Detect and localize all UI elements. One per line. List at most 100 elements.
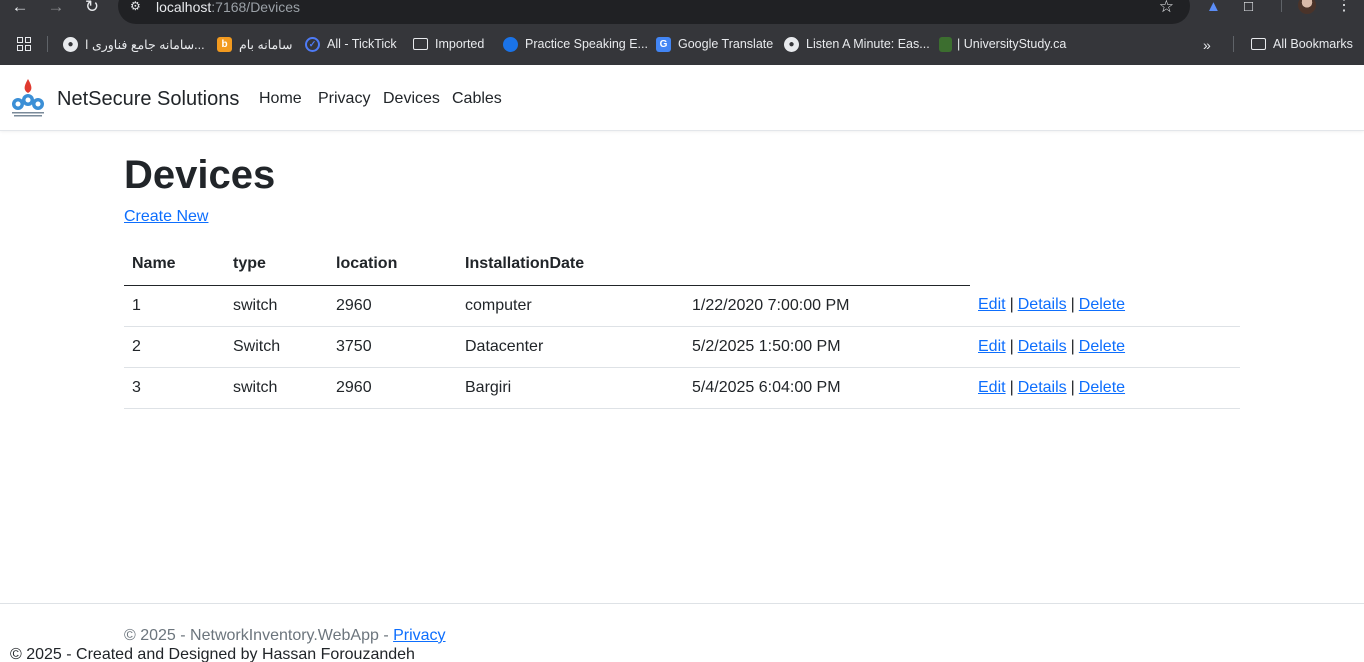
action-separator: | <box>1009 337 1014 355</box>
menu-kebab-icon[interactable]: ⋮ <box>1336 0 1352 14</box>
cell-date: 1/22/2020 7:00:00 PM <box>692 296 850 314</box>
nav-link-devices[interactable]: Devices <box>383 89 440 109</box>
row-actions: Edit | Details | Delete <box>970 325 1240 367</box>
google-translate-icon: G <box>656 36 671 52</box>
bookmark-label: سامانه جامع فناوری ا... <box>85 37 205 52</box>
folder-icon <box>1251 38 1266 50</box>
bookmark-label: Imported <box>435 37 485 51</box>
url-path: :7168/Devices <box>211 0 300 15</box>
omnibox[interactable]: ⚙ localhost:7168/Devices ☆ <box>118 0 1190 24</box>
url-text[interactable]: localhost:7168/Devices <box>156 0 300 15</box>
url-host: localhost <box>156 0 212 15</box>
profile-avatar[interactable] <box>1298 0 1316 14</box>
devices-table: Name type location InstallationDate 1 sw… <box>124 244 1240 409</box>
page-footer: © 2025 - NetworkInventory.WebApp - Priva… <box>0 603 1364 662</box>
delete-link[interactable]: Delete <box>1079 296 1125 313</box>
row-actions: Edit | Details | Delete <box>970 366 1240 409</box>
bookmark-label: Listen A Minute: Eas... <box>806 37 930 51</box>
bookmark-item[interactable]: ✓ All - TickTick <box>305 34 397 54</box>
cell-name: 3 <box>124 366 225 409</box>
table-row: 3 switch 2960 Bargiri 5/4/2025 6:04:00 P… <box>124 366 1240 409</box>
globe-icon: ● <box>784 36 799 52</box>
bookmark-item[interactable]: | UniversityStudy.ca <box>939 34 1066 54</box>
column-header-empty <box>684 244 970 286</box>
footer-credit: © 2025 - Created and Designed by Hassan … <box>10 646 415 662</box>
bookmarks-bar: ● سامانه جامع فناوری ا... b سامانه بام ✓… <box>0 30 1364 58</box>
nav-link-privacy[interactable]: Privacy <box>318 89 370 109</box>
graduation-icon <box>939 36 952 52</box>
bookmark-label: | UniversityStudy.ca <box>957 37 1067 51</box>
reload-icon[interactable]: ↻ <box>82 0 102 16</box>
footer-copyright-text: © 2025 - NetworkInventory.WebApp - <box>124 627 394 644</box>
table-row: 1 switch 2960 computer 1/22/2020 7:00:00… <box>124 285 1240 326</box>
action-separator: | <box>1009 378 1014 396</box>
cell-installation: Datacenter <box>457 325 684 367</box>
details-link[interactable]: Details <box>1018 296 1067 313</box>
cell-installation: computer <box>465 296 532 314</box>
bookmark-label: Practice Speaking E... <box>525 37 648 51</box>
cell-type: Switch <box>225 325 328 367</box>
row-actions: Edit | Details | Delete <box>970 285 1240 326</box>
details-link[interactable]: Details <box>1018 379 1067 396</box>
footer-copyright: © 2025 - NetworkInventory.WebApp - Priva… <box>124 626 446 646</box>
bookmarks-divider <box>47 36 48 52</box>
more-bookmarks-icon[interactable]: » <box>1203 38 1211 52</box>
cell-date: 5/2/2025 1:50:00 PM <box>684 325 970 367</box>
back-arrow-icon[interactable]: ← <box>10 0 30 16</box>
forward-arrow-icon[interactable]: → <box>46 0 66 16</box>
cell-name: 1 <box>132 296 141 314</box>
cell-type: switch <box>225 366 328 409</box>
all-bookmarks-label: All Bookmarks <box>1273 37 1353 51</box>
details-link[interactable]: Details <box>1018 338 1067 355</box>
address-bar-row: ← → ↻ ⚙ localhost:7168/Devices ☆ ▲ □ ⋮ <box>0 0 1364 24</box>
globe-icon: ● <box>63 36 78 52</box>
bookmark-item[interactable]: ● سامانه جامع فناوری ا... <box>63 34 205 54</box>
brand-name[interactable]: NetSecure Solutions <box>57 87 239 111</box>
column-header-location: location <box>328 244 457 286</box>
bookmark-item[interactable]: b سامانه بام <box>217 34 292 54</box>
action-separator: | <box>1070 296 1075 314</box>
bookmarks-divider <box>1233 36 1234 52</box>
edit-link[interactable]: Edit <box>978 338 1006 355</box>
site-info-icon[interactable]: ⚙ <box>130 0 144 14</box>
column-header-actions <box>970 244 1240 285</box>
extensions-puzzle-icon[interactable]: □ <box>1244 0 1253 14</box>
bookmark-star-icon[interactable]: ☆ <box>1159 0 1174 15</box>
cell-location: 2960 <box>336 296 372 314</box>
delete-link[interactable]: Delete <box>1079 338 1125 355</box>
page-title: Devices <box>124 153 276 197</box>
apps-grid-icon[interactable] <box>17 37 33 51</box>
create-new-link[interactable]: Create New <box>124 207 208 227</box>
blue-circle-icon <box>503 36 518 52</box>
folder-icon <box>413 38 428 50</box>
nav-link-home[interactable]: Home <box>259 89 302 109</box>
column-header-type: type <box>225 244 328 286</box>
bookmark-folder[interactable]: Imported <box>413 34 484 54</box>
column-header-name: Name <box>124 244 225 286</box>
footer-privacy-link[interactable]: Privacy <box>393 627 445 644</box>
extension-icon[interactable]: ▲ <box>1206 0 1221 14</box>
app-navbar: NetSecure Solutions Home Privacy Devices… <box>0 65 1364 131</box>
all-bookmarks-folder[interactable]: All Bookmarks <box>1251 34 1353 54</box>
bookmark-item[interactable]: ● Listen A Minute: Eas... <box>784 34 930 54</box>
toolbar-divider <box>1281 0 1282 12</box>
cell-location: 3750 <box>328 325 457 367</box>
edit-link[interactable]: Edit <box>978 296 1006 313</box>
bookmark-item[interactable]: Practice Speaking E... <box>503 34 648 54</box>
bookmark-label: All - TickTick <box>327 37 397 51</box>
cell-type: switch <box>233 296 278 314</box>
delete-link[interactable]: Delete <box>1079 379 1125 396</box>
edit-link[interactable]: Edit <box>978 379 1006 396</box>
bookmark-label: Google Translate <box>678 37 774 51</box>
company-logo-icon[interactable] <box>10 77 46 119</box>
table-row: 2 Switch 3750 Datacenter 5/2/2025 1:50:0… <box>124 325 1240 367</box>
column-header-installation-date: InstallationDate <box>457 244 684 286</box>
nav-link-cables[interactable]: Cables <box>452 89 502 109</box>
cell-location: 2960 <box>328 366 457 409</box>
browser-chrome: ← → ↻ ⚙ localhost:7168/Devices ☆ ▲ □ ⋮ ●… <box>0 0 1364 65</box>
bookmark-item[interactable]: G Google Translate <box>656 34 773 54</box>
table-header-row: Name type location InstallationDate <box>124 244 1240 286</box>
ticktick-icon: ✓ <box>305 36 320 52</box>
action-separator: | <box>1070 378 1075 396</box>
b-icon: b <box>217 36 232 52</box>
